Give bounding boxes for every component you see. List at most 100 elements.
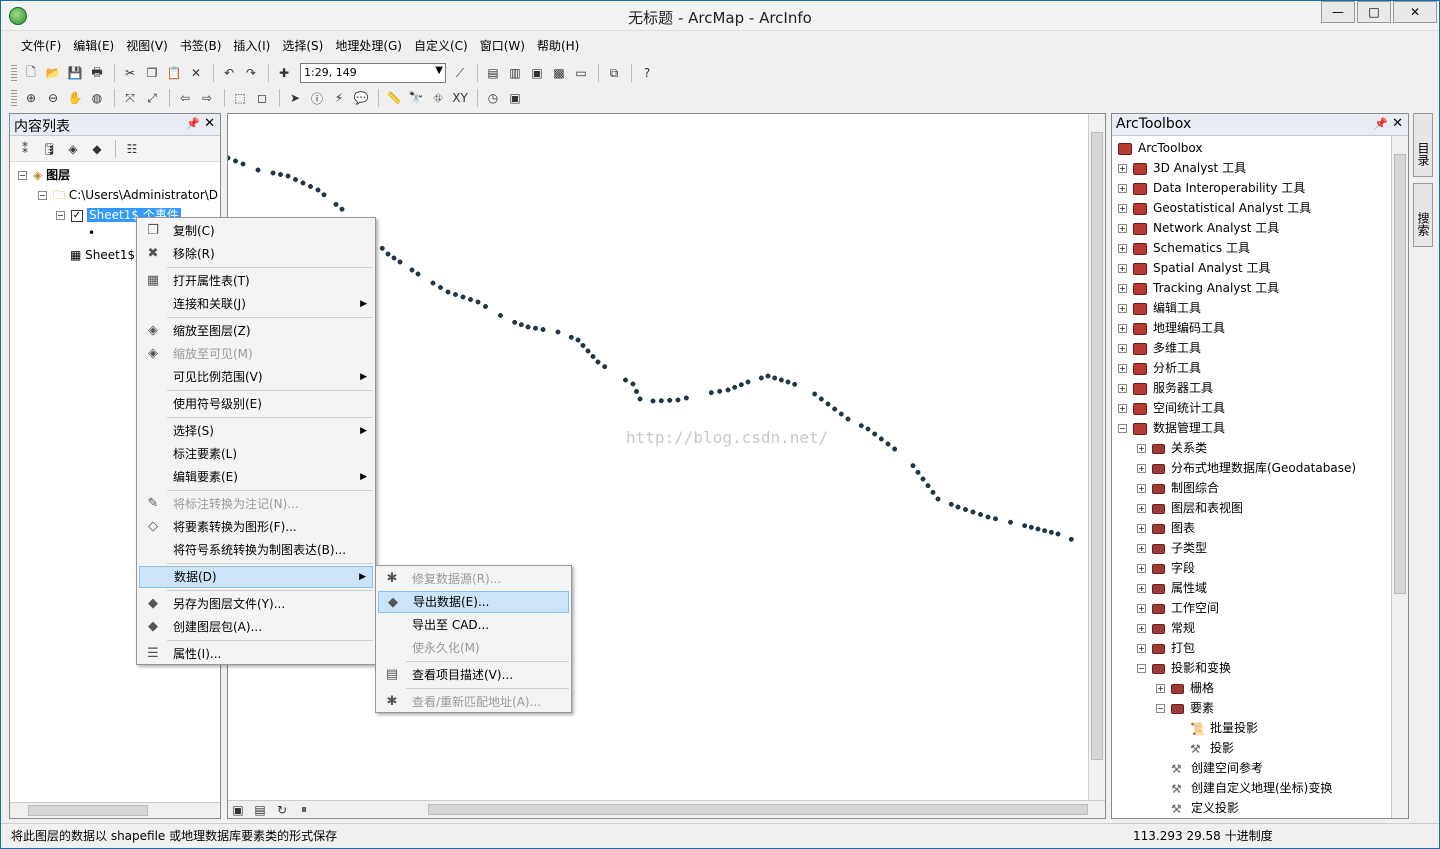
context-menu-item[interactable]: ◆ 另存为图层文件(Y)... (139, 593, 373, 615)
hyperlink-icon[interactable]: ⚡ (329, 88, 349, 108)
toolbox-item[interactable]: + Network Analyst 工具 (1118, 218, 1279, 238)
catalog-tab[interactable]: 目录 (1413, 113, 1433, 177)
delete-icon[interactable]: ✕ (186, 63, 206, 83)
maximize-button[interactable]: □ (1357, 1, 1391, 23)
menu-item[interactable]: 编辑(E) (67, 35, 120, 57)
map-horizontal-scrollbar[interactable] (428, 804, 1088, 815)
pan-icon[interactable]: ✋ (65, 88, 85, 108)
viewer-icon[interactable]: ▣ (505, 88, 525, 108)
context-menu-item[interactable]: ▤ 查看项目描述(V)... (378, 664, 569, 686)
clear-selection-icon[interactable]: ◻ (252, 88, 272, 108)
context-menu-item[interactable]: 将符号系统转换为制图表达(B)... (139, 539, 373, 561)
toolbox-item[interactable]: + 制图综合 (1137, 478, 1219, 498)
arctoolbox-icon[interactable]: ▩ (549, 63, 569, 83)
toolbox-item[interactable]: + Spatial Analyst 工具 (1118, 258, 1271, 278)
expand-icon[interactable]: + (1137, 544, 1146, 553)
menu-item[interactable]: 自定义(C) (408, 35, 474, 57)
redo-icon[interactable]: ↷ (241, 63, 261, 83)
toolbox-item[interactable]: + 属性域 (1137, 578, 1207, 598)
map-scale-select[interactable]: 1:29, 149 ▼ (300, 63, 446, 83)
list-by-selection-icon[interactable]: ◆ (86, 139, 108, 159)
context-menu-item[interactable]: 标注要素(L) (139, 443, 373, 465)
menu-item[interactable]: 窗口(W) (474, 35, 531, 57)
data-view-icon[interactable]: ▣ (228, 800, 248, 820)
minimize-button[interactable]: — (1321, 1, 1355, 23)
toolbox-item[interactable]: − 投影和变换 (1137, 658, 1231, 678)
toolbox-item[interactable]: + 图表 (1137, 518, 1195, 538)
undo-icon[interactable]: ↶ (219, 63, 239, 83)
expand-icon[interactable]: + (1156, 684, 1165, 693)
toolbox-item[interactable]: + 多维工具 (1118, 338, 1201, 358)
toolbox-item[interactable]: + 子类型 (1137, 538, 1207, 558)
context-menu-item[interactable]: 编辑要素(E) ▶ (139, 466, 373, 488)
context-menu-item[interactable]: 可见比例范围(V) ▶ (139, 366, 373, 388)
expand-icon[interactable]: + (1137, 584, 1146, 593)
expand-icon[interactable]: + (1118, 164, 1127, 173)
toolbox-item[interactable]: + 服务器工具 (1118, 378, 1213, 398)
identify-icon[interactable]: ⓘ (307, 88, 327, 108)
list-by-visibility-icon[interactable]: ◈ (62, 139, 84, 159)
expand-icon[interactable]: + (1137, 524, 1146, 533)
search-tab[interactable]: 搜索 (1413, 183, 1433, 247)
toolbox-item[interactable]: ⚒ 投影 (1175, 738, 1234, 758)
expand-icon[interactable]: + (1137, 484, 1146, 493)
find-route-icon[interactable]: ⛗ (428, 88, 448, 108)
expand-icon[interactable]: + (1137, 444, 1146, 453)
pin-icon[interactable]: 📌 (186, 117, 200, 130)
context-menu-item[interactable]: 连接和关联(J) ▶ (139, 293, 373, 315)
zoom-out-icon[interactable]: ⊖ (43, 88, 63, 108)
select-features-icon[interactable]: ⬚ (230, 88, 250, 108)
paste-icon[interactable]: 📋 (164, 63, 184, 83)
pin-icon[interactable]: 📌 (1374, 117, 1388, 130)
table-of-contents-icon[interactable]: ▤ (483, 63, 503, 83)
expand-icon[interactable]: + (1137, 624, 1146, 633)
menu-item[interactable]: 文件(F) (15, 35, 67, 57)
toolbox-vertical-scrollbar[interactable] (1391, 136, 1408, 818)
toolbox-item[interactable]: + 地理编码工具 (1118, 318, 1225, 338)
toolbox-item[interactable]: + 常规 (1137, 618, 1195, 638)
time-slider-icon[interactable]: ◷ (483, 88, 503, 108)
context-menu-item[interactable]: ☰ 属性(I)... (139, 643, 373, 665)
toolbox-item[interactable]: + Tracking Analyst 工具 (1118, 278, 1279, 298)
expand-icon[interactable]: + (1118, 224, 1127, 233)
full-extent-icon[interactable]: ◍ (87, 88, 107, 108)
map-vertical-scrollbar[interactable] (1088, 114, 1105, 802)
list-by-drawing-order-icon[interactable]: ⁑ (14, 139, 36, 159)
expand-icon[interactable]: + (1118, 344, 1127, 353)
toolbox-item[interactable]: + 图层和表视图 (1137, 498, 1243, 518)
toc-horizontal-scrollbar[interactable] (10, 802, 220, 818)
expand-icon[interactable]: + (1118, 284, 1127, 293)
expand-icon[interactable]: + (1137, 504, 1146, 513)
save-icon[interactable]: 💾 (65, 63, 85, 83)
cut-icon[interactable]: ✂ (120, 63, 140, 83)
layer-visibility-checkbox[interactable]: ✓ (71, 209, 83, 222)
toolbox-item[interactable]: − 要素 (1156, 698, 1214, 718)
context-menu-item[interactable]: ◆ 创建图层包(A)... (139, 616, 373, 638)
expand-icon[interactable]: + (1118, 244, 1127, 253)
print-icon[interactable]: 🖶 (87, 63, 107, 83)
new-icon[interactable]: 🗋 (21, 63, 41, 83)
select-elements-icon[interactable]: ➤ (285, 88, 305, 108)
back-extent-icon[interactable]: ⇦ (175, 88, 195, 108)
menu-item[interactable]: 地理处理(G) (329, 35, 408, 57)
toolbox-item[interactable]: + 关系类 (1137, 438, 1207, 458)
context-menu-item[interactable]: 数据(D) ▶ (139, 566, 373, 588)
context-menu-item[interactable]: ▦ 打开属性表(T) (139, 270, 373, 292)
context-menu-item[interactable]: 选择(S) ▶ (139, 420, 373, 442)
expand-icon[interactable]: + (1118, 324, 1127, 333)
close-button[interactable]: ✕ (1393, 1, 1437, 23)
toolbox-item[interactable]: + 打包 (1137, 638, 1195, 658)
fixed-zoom-out-icon[interactable]: ⤢ (142, 88, 162, 108)
list-by-source-icon[interactable]: 🛢 (38, 139, 60, 159)
context-menu-item[interactable]: ◈ 缩放至图层(Z) (139, 320, 373, 342)
modelbuilder-icon[interactable]: ⧉ (604, 63, 624, 83)
add-data-icon[interactable]: ✚ (274, 63, 294, 83)
toolbox-item[interactable]: + 字段 (1137, 558, 1195, 578)
toolbox-item[interactable]: + 分布式地理数据库(Geodatabase) (1137, 458, 1356, 478)
expand-icon[interactable]: − (1156, 704, 1165, 713)
expand-icon[interactable]: + (1118, 264, 1127, 273)
editor-icon[interactable]: ⟋ (450, 63, 470, 83)
open-icon[interactable]: 📂 (43, 63, 63, 83)
menu-item[interactable]: 书签(B) (174, 35, 228, 57)
fixed-zoom-in-icon[interactable]: ⤧ (120, 88, 140, 108)
